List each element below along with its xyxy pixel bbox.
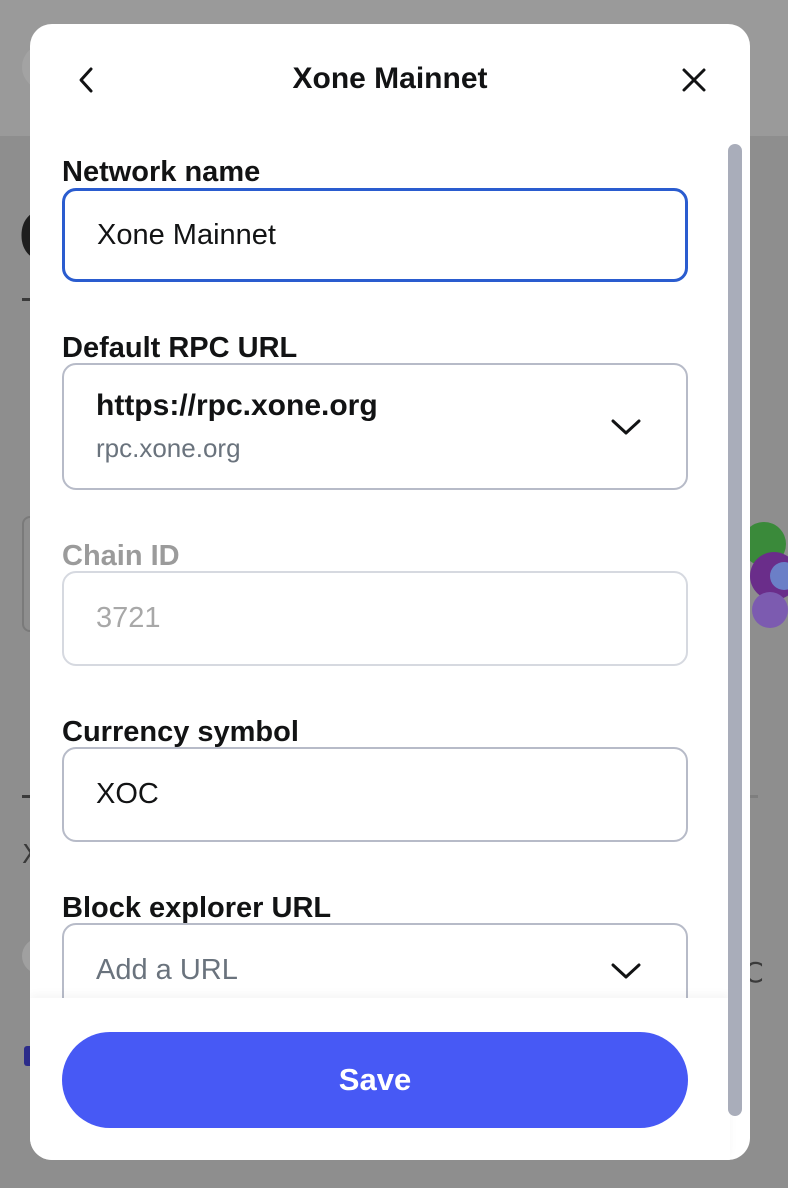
close-icon: [682, 68, 706, 92]
save-button[interactable]: Save: [62, 1032, 688, 1128]
rpc-url-label: Default RPC URL: [62, 332, 298, 364]
chevron-down-icon: [611, 963, 641, 978]
modal-header: Xone Mainnet: [30, 24, 750, 136]
back-button[interactable]: [66, 60, 106, 100]
block-explorer-label: Block explorer URL: [62, 892, 332, 924]
network-name-value: Xone Mainnet: [97, 218, 276, 251]
edit-network-modal: Xone Mainnet Network name Xone Mainnet D…: [30, 24, 750, 1160]
close-button[interactable]: [674, 60, 714, 100]
currency-symbol-input[interactable]: XOC: [62, 747, 688, 842]
chevron-left-icon: [79, 67, 93, 93]
modal-footer: Save: [30, 998, 730, 1160]
currency-symbol-value: XOC: [96, 778, 159, 810]
background-token-icons: [744, 522, 788, 628]
chevron-down-icon: [611, 419, 641, 434]
block-explorer-placeholder: Add a URL: [96, 954, 238, 986]
currency-symbol-label: Currency symbol: [62, 716, 299, 748]
block-explorer-select[interactable]: Add a URL: [62, 923, 688, 1000]
scrollbar[interactable]: [728, 144, 742, 1116]
chain-id-label: Chain ID: [62, 540, 180, 572]
modal-title: Xone Mainnet: [292, 62, 488, 95]
rpc-url-value: https://rpc.xone.org: [96, 389, 378, 422]
chain-id-value: 3721: [96, 602, 161, 634]
chain-id-input: 3721: [62, 571, 688, 666]
rpc-url-select[interactable]: https://rpc.xone.org rpc.xone.org: [62, 363, 688, 490]
network-name-label: Network name: [62, 156, 261, 188]
network-name-input[interactable]: Xone Mainnet: [62, 188, 688, 282]
network-form: Network name Xone Mainnet Default RPC UR…: [62, 136, 688, 1000]
background-divider: [750, 795, 758, 798]
rpc-url-subtext: rpc.xone.org: [96, 433, 241, 463]
